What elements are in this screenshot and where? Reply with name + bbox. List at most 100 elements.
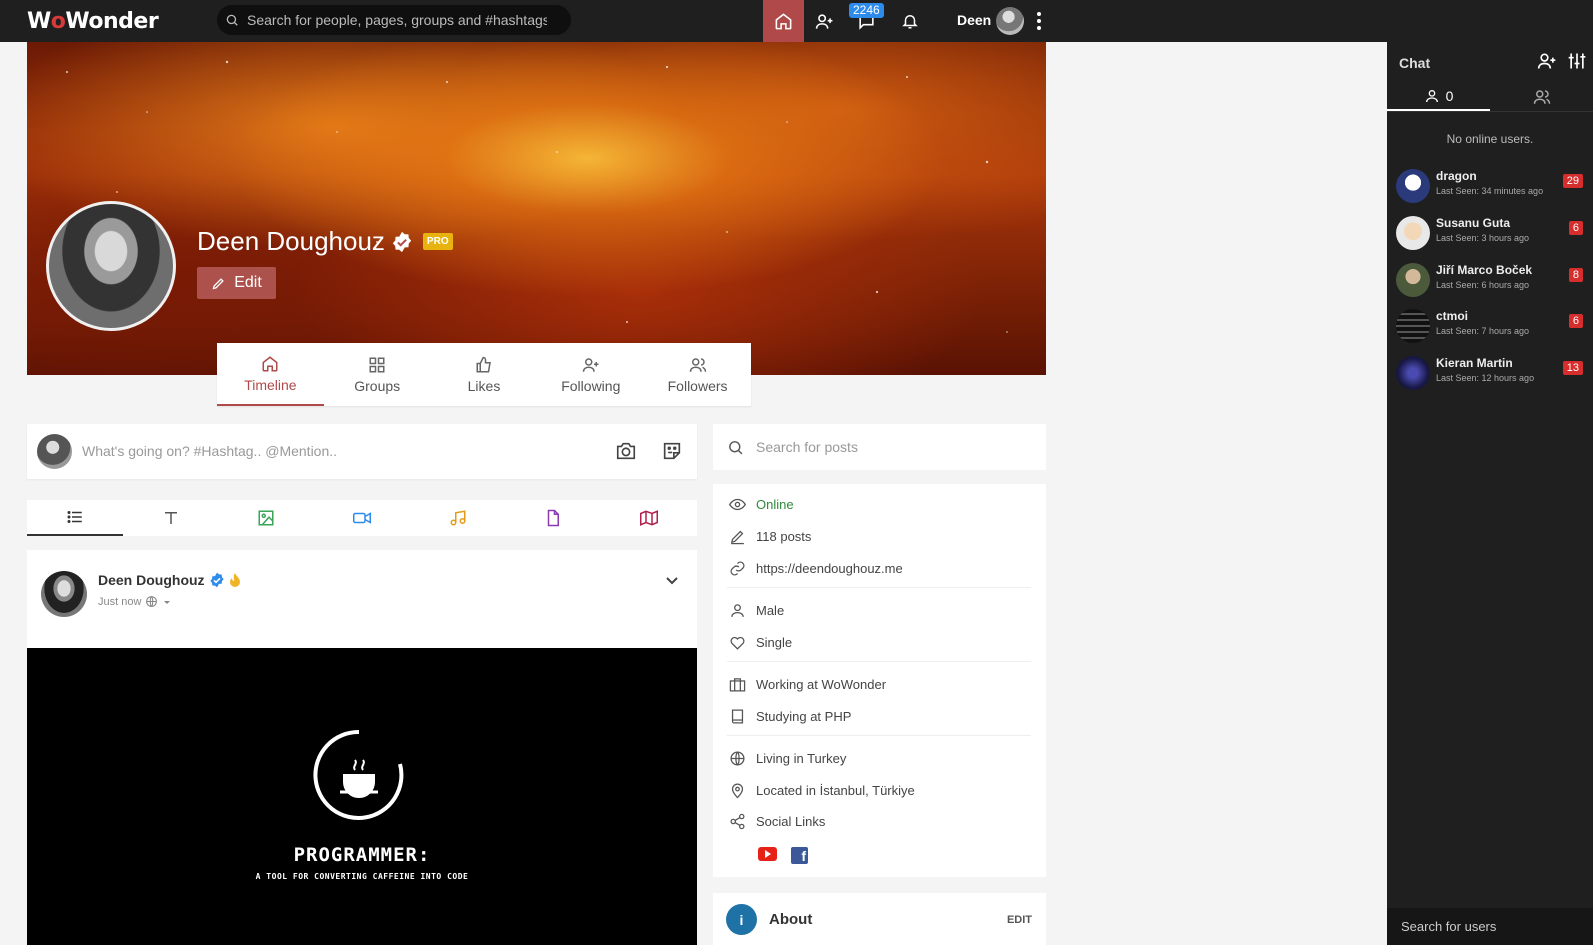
about-title: About (769, 911, 813, 928)
caret-down-icon[interactable] (162, 597, 172, 607)
chat-user-name: Susanu Guta (1436, 216, 1511, 230)
publisher-avatar (37, 434, 72, 469)
post-avatar[interactable] (41, 571, 87, 617)
user-icon (731, 604, 744, 617)
divider (727, 587, 1031, 588)
tab-online-users[interactable]: 0 (1387, 82, 1490, 111)
chat-user-item[interactable]: Susanu Guta Last Seen: 3 hours ago 6 (1396, 214, 1586, 254)
grid-icon (369, 357, 385, 372)
camera-icon[interactable] (615, 440, 637, 462)
no-online-message: No online users. (1446, 132, 1534, 146)
tab-groups[interactable]: Groups (324, 343, 431, 406)
cover-photo (27, 42, 1046, 375)
tab-likes[interactable]: Likes (431, 343, 538, 406)
filter-maps[interactable] (601, 500, 697, 536)
messages-badge: 2246 (849, 3, 884, 18)
friend-requests-button[interactable] (804, 0, 845, 42)
filter-music[interactable] (410, 500, 506, 536)
post-image[interactable]: PROGRAMMER: A TOOL FOR CONVERTING CAFFEI… (27, 648, 697, 945)
post-author[interactable]: Deen Doughouz (98, 572, 241, 588)
chat-user-avatar (1396, 263, 1430, 297)
info-status: Online (729, 496, 794, 513)
unread-badge: 6 (1568, 221, 1583, 235)
notifications-button[interactable] (889, 0, 930, 42)
post-author-name: Deen Doughouz (98, 572, 205, 588)
chevron-down-icon[interactable] (665, 576, 679, 586)
chat-search-input[interactable] (1401, 919, 1581, 934)
coffee-logo-icon (313, 729, 404, 820)
logo-prefix: W (27, 8, 51, 34)
info-relationship: Single (729, 634, 792, 651)
filter-videos[interactable] (314, 500, 410, 536)
chat-user-avatar (1396, 169, 1430, 203)
tab-label: Following (561, 377, 621, 394)
post-publisher[interactable]: What's going on? #Hashtag.. @Mention.. (27, 424, 697, 479)
post-time-text: Just now (98, 595, 142, 608)
chat-user-seen: Last Seen: 6 hours ago (1436, 280, 1530, 290)
post-search-input[interactable] (756, 439, 1026, 455)
publisher-placeholder[interactable]: What's going on? #Hashtag.. @Mention.. (82, 443, 337, 459)
filter-files[interactable] (506, 500, 602, 536)
profile-name-text: Deen Doughouz (197, 226, 385, 256)
about-edit-button[interactable]: EDIT (1007, 914, 1032, 926)
tab-followers[interactable]: Followers (644, 343, 751, 406)
info-work: Working at WoWonder (729, 676, 886, 693)
filter-photos[interactable] (218, 500, 314, 536)
global-search-input[interactable] (247, 12, 547, 28)
eye-icon (729, 498, 746, 511)
sliders-icon[interactable] (1567, 51, 1587, 71)
more-vertical-icon[interactable] (1036, 11, 1042, 31)
tab-following[interactable]: Following (537, 343, 644, 406)
post-filters (27, 500, 697, 536)
chat-user-item[interactable]: Kieran Martin Last Seen: 12 hours ago 13 (1396, 354, 1586, 394)
text-icon (164, 512, 177, 524)
social-links: f (758, 847, 808, 864)
chat-user-item[interactable]: Jiří Marco Boček Last Seen: 6 hours ago … (1396, 261, 1586, 301)
relationship-text: Single (756, 635, 793, 650)
tab-label: Groups (354, 377, 401, 394)
filter-text[interactable] (123, 500, 219, 536)
facebook-icon[interactable]: f (791, 847, 808, 864)
edit-profile-button[interactable]: Edit (197, 267, 276, 299)
located-text: Located in İstanbul, Türkiye (756, 783, 915, 798)
heart-icon (730, 636, 745, 650)
website-link[interactable]: https://deendoughouz.me (756, 561, 903, 576)
youtube-icon[interactable] (758, 847, 777, 861)
chat-user-seen: Last Seen: 12 hours ago (1436, 373, 1535, 383)
tab-group-chats[interactable] (1490, 82, 1593, 111)
music-icon (450, 510, 466, 526)
tab-timeline[interactable]: Timeline (217, 343, 324, 406)
chat-user-item[interactable]: dragon Last Seen: 34 minutes ago 29 (1396, 167, 1586, 207)
chat-user-item[interactable]: ctmoi Last Seen: 7 hours ago 6 (1396, 307, 1586, 347)
pencil-icon (212, 277, 224, 289)
filter-all[interactable] (27, 500, 123, 536)
divider (727, 661, 1031, 662)
globe-icon[interactable] (145, 595, 158, 608)
profile-avatar[interactable] (46, 201, 176, 331)
search-icon (729, 440, 743, 454)
chat-user-name: Jiří Marco Boček (1436, 263, 1533, 277)
chat-user-avatar (1396, 356, 1430, 390)
video-icon (353, 512, 372, 524)
sticker-icon[interactable] (661, 440, 683, 462)
map-icon (640, 510, 659, 526)
user-plus-icon (815, 13, 833, 29)
info-posts: 118 posts (729, 528, 811, 545)
header-user-name[interactable]: Deen (957, 12, 991, 28)
logo[interactable]: Wo Wonder (27, 6, 159, 36)
chat-user-seen: Last Seen: 3 hours ago (1436, 233, 1530, 243)
info-icon: i (726, 904, 757, 935)
info-website[interactable]: https://deendoughouz.me (729, 560, 903, 577)
unread-badge: 8 (1568, 268, 1583, 282)
info-study: Studying at PHP (729, 708, 851, 725)
briefcase-icon (729, 678, 746, 692)
tab-label: Timeline (244, 376, 297, 393)
online-count: 0 (1445, 87, 1454, 104)
home-button[interactable] (763, 0, 804, 42)
header-avatar[interactable] (996, 7, 1024, 35)
chat-user-name: ctmoi (1436, 309, 1469, 323)
image-subtitle: A TOOL FOR CONVERTING CAFFEINE INTO CODE (255, 872, 469, 881)
users-icon (689, 357, 706, 372)
list-icon (67, 511, 82, 523)
user-plus-icon[interactable] (1537, 51, 1557, 71)
